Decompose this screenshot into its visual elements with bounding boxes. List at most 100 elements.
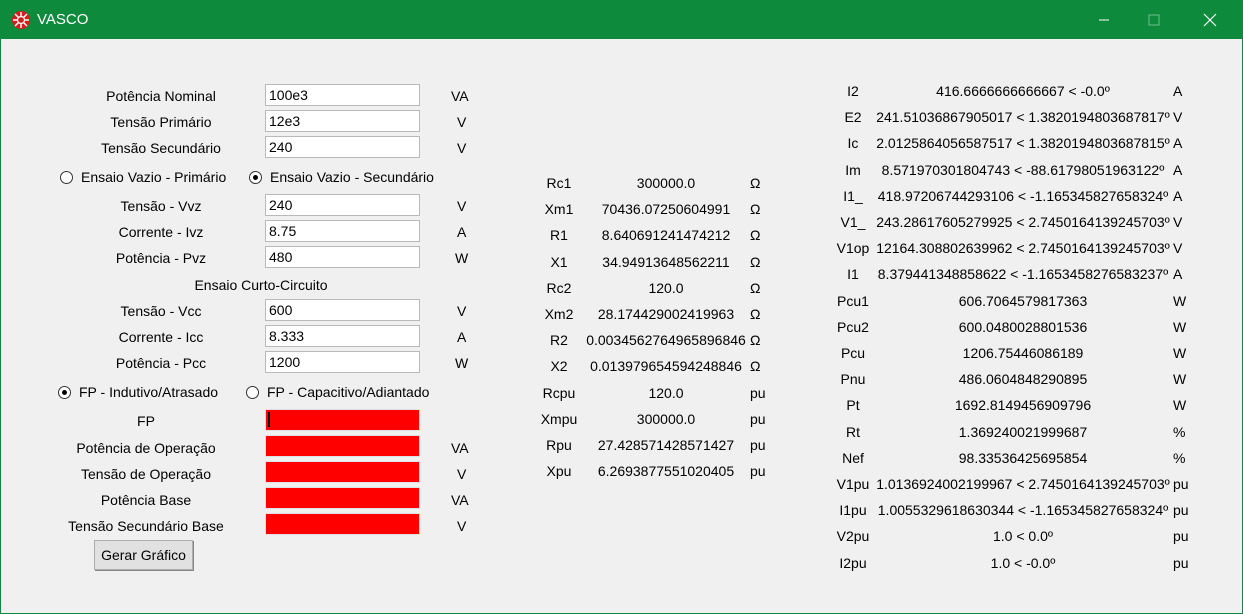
ensaio-vazio-primario-label[interactable]: Ensaio Vazio - Primário — [81, 169, 226, 185]
param-unit: Ω — [750, 227, 761, 244]
tensao-operacao-unit: V — [457, 466, 467, 482]
param-value: 70436.07250604991 — [601, 201, 731, 218]
maximize-button[interactable] — [1131, 1, 1177, 39]
tensao-secundario-base-unit: V — [457, 518, 467, 534]
param-unit: Ω — [750, 279, 761, 296]
param-name: Xm1 — [544, 201, 574, 218]
fp-input[interactable] — [265, 409, 420, 431]
param-unit: Ω — [750, 306, 761, 322]
pcc-input[interactable]: 1200 — [265, 351, 420, 373]
param-value: 34.94913648562211 — [602, 253, 730, 270]
minimize-button[interactable] — [1081, 1, 1127, 39]
result-unit: V — [1173, 214, 1183, 230]
param-name: R2 — [550, 332, 568, 349]
icc-label: Corrente - Icc — [118, 329, 204, 345]
tensao-primario-unit: V — [457, 114, 467, 130]
result-unit: W — [1173, 292, 1187, 309]
param-name: X2 — [550, 358, 568, 375]
curto-circuito-heading: Ensaio Curto-Circuito — [194, 277, 328, 293]
result-value: 606.7064579817363 — [958, 292, 1088, 309]
result-value: 98.33536425695854 — [958, 449, 1088, 466]
potencia-nominal-label: Potência Nominal — [106, 88, 216, 104]
result-value: 1.0 < 0.0º — [993, 528, 1053, 545]
result-name: I2 — [847, 83, 859, 99]
result-unit: % — [1173, 423, 1186, 440]
param-value: 8.640691241474212 — [601, 227, 731, 244]
param-name: Rc2 — [546, 279, 572, 296]
result-value: 243.28617605279925 < 2.7450164139245703º — [876, 214, 1170, 230]
param-unit: Ω — [750, 358, 761, 375]
param-unit: Ω — [750, 201, 761, 218]
result-name: Im — [845, 161, 861, 178]
potencia-nominal-unit: VA — [451, 88, 469, 104]
param-unit: pu — [750, 463, 766, 480]
param-value: 0.0034562764965896846 — [586, 332, 746, 349]
pcc-unit: W — [455, 355, 469, 371]
vvz-input[interactable]: 240 — [265, 194, 420, 216]
pvz-unit: W — [455, 250, 469, 266]
ensaio-vazio-secundario-radio[interactable] — [249, 171, 262, 184]
pvz-input[interactable]: 480 — [265, 246, 420, 268]
vcc-label: Tensão - Vcc — [120, 303, 202, 319]
close-icon — [1203, 13, 1217, 27]
result-unit: % — [1173, 449, 1186, 466]
result-unit: V — [1173, 109, 1183, 126]
fp-indutivo-label[interactable]: FP - Indutivo/Atrasado — [79, 384, 218, 400]
tensao-secundario-base-label: Tensão Secundário Base — [68, 518, 224, 534]
result-unit: A — [1173, 161, 1183, 178]
result-value: 241.51036867905017 < 1.3820194803687817º — [876, 109, 1170, 126]
vcc-unit: V — [457, 303, 467, 319]
result-name: Pt — [846, 397, 860, 414]
gerar-grafico-button[interactable]: Gerar Gráfico — [94, 540, 193, 570]
result-name: Pcu — [840, 345, 866, 361]
potencia-base-label: Potência Base — [100, 492, 192, 508]
result-name: Ic — [847, 135, 859, 152]
param-unit: Ω — [750, 253, 761, 270]
fp-label: FP — [137, 413, 155, 429]
pcc-label: Potência - Pcc — [115, 355, 207, 371]
param-name: Rpu — [546, 437, 572, 453]
ivz-input[interactable]: 8.75 — [265, 220, 420, 242]
potencia-operacao-unit: VA — [451, 440, 469, 456]
param-name: Xmpu — [540, 410, 578, 427]
result-unit: pu — [1173, 554, 1189, 571]
tensao-secundario-base-input[interactable] — [265, 513, 420, 535]
potencia-operacao-input[interactable] — [265, 435, 420, 457]
close-button[interactable] — [1187, 1, 1233, 39]
result-unit: pu — [1173, 476, 1189, 492]
tensao-primario-input[interactable]: 12e3 — [265, 110, 420, 132]
ensaio-vazio-secundario-label[interactable]: Ensaio Vazio - Secundário — [270, 169, 434, 185]
param-name: Rcpu — [542, 384, 576, 401]
vcc-input[interactable]: 600 — [265, 299, 420, 321]
param-value: 120.0 — [648, 279, 684, 296]
vasco-app-icon — [12, 11, 30, 29]
param-name: Xpu — [546, 463, 572, 480]
tensao-secundario-input[interactable]: 240 — [265, 136, 420, 158]
result-value: 2.0125864056587517 < 1.3820194803687815º — [876, 135, 1170, 152]
app-window: VASCO Potência Nominal 100e3 VA Tensão P… — [0, 0, 1243, 614]
param-unit: Ω — [750, 175, 761, 191]
result-name: V1pu — [836, 476, 870, 492]
potencia-nominal-input[interactable]: 100e3 — [265, 84, 420, 106]
result-value: 1206.75446086189 — [962, 345, 1084, 361]
icc-unit: A — [457, 329, 467, 345]
potencia-base-input[interactable] — [265, 487, 420, 509]
result-unit: W — [1173, 371, 1187, 388]
tensao-operacao-input[interactable] — [265, 461, 420, 483]
result-value: 418.97206744293106 < -1.165345827658324º — [877, 187, 1169, 204]
fp-capacitivo-label[interactable]: FP - Capacitivo/Adiantado — [267, 384, 429, 400]
result-unit: pu — [1173, 528, 1189, 545]
minimize-icon — [1099, 19, 1109, 21]
ensaio-vazio-primario-radio[interactable] — [60, 171, 73, 184]
result-name: Nef — [842, 449, 864, 466]
potencia-base-unit: VA — [451, 492, 469, 508]
fp-indutivo-radio[interactable] — [58, 386, 71, 399]
icc-input[interactable]: 8.333 — [265, 325, 420, 347]
tensao-secundario-unit: V — [457, 140, 467, 156]
result-unit: pu — [1173, 502, 1189, 519]
fp-capacitivo-radio[interactable] — [246, 386, 259, 399]
result-unit: W — [1173, 318, 1187, 335]
result-value: 12164.308802639962 < 2.7450164139245703º — [876, 240, 1170, 257]
param-value: 300000.0 — [636, 410, 696, 427]
param-value: 300000.0 — [636, 175, 696, 191]
